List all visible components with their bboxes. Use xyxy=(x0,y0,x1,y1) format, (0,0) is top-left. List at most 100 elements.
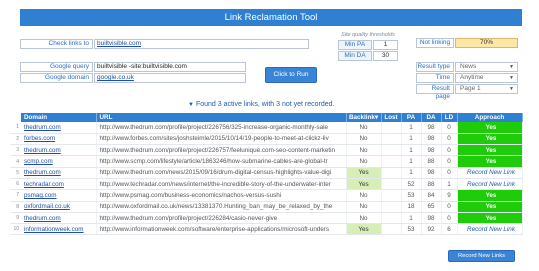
row-number-header xyxy=(10,113,21,122)
min-pa-label: Min PA xyxy=(338,40,372,50)
lost-cell xyxy=(381,201,402,213)
pa-cell: 1 xyxy=(401,144,422,157)
results-table: Domain URL Backlink▾ Lost PA DA LD Appro… xyxy=(10,113,523,236)
da-cell: 98 xyxy=(421,212,442,225)
ld-cell: 0 xyxy=(441,155,458,168)
approach-cell: Yes xyxy=(457,201,523,213)
chevron-down-icon: ▼ xyxy=(509,64,514,70)
backlink-cell: No xyxy=(346,133,382,146)
url-cell: http://www.thedrum.com/profile/project/2… xyxy=(96,144,347,157)
ld-cell: 0 xyxy=(441,212,458,225)
thresholds-caption: Site quality thresholds xyxy=(341,32,395,38)
column-header-pa[interactable]: PA xyxy=(401,113,422,122)
caret-icon: ▾ xyxy=(374,114,379,121)
column-header-domain[interactable]: Domain xyxy=(21,113,97,122)
url-cell: http://www.techradar.com/news/internet/t… xyxy=(96,178,347,191)
row-number: 9 xyxy=(10,212,21,225)
backlink-cell: No xyxy=(346,201,382,213)
lost-cell xyxy=(381,122,402,134)
column-header-url[interactable]: URL xyxy=(96,113,347,122)
lost-cell xyxy=(381,189,402,202)
row-number: 7 xyxy=(10,189,21,202)
pa-cell: 1 xyxy=(401,167,422,179)
table-row: 6 techradar.com http://www.techradar.com/n… xyxy=(10,178,523,191)
domain-cell[interactable]: forbes.com xyxy=(21,133,97,146)
domain-cell[interactable]: thedrum.com xyxy=(21,122,97,134)
url-cell: http://www.thedrum.com/news/2015/09/16/d… xyxy=(96,167,347,179)
row-number: 6 xyxy=(10,178,21,191)
result-type-label: Result type xyxy=(416,62,454,72)
lost-cell xyxy=(381,223,402,236)
min-da-label: Min DA xyxy=(338,51,372,61)
da-cell: 98 xyxy=(421,122,442,134)
row-number: 2 xyxy=(10,133,21,146)
run-button[interactable]: Click to Run xyxy=(265,67,317,83)
table-row: 2 forbes.com http://www.forbes.com/sites/j… xyxy=(10,133,523,146)
domain-cell[interactable]: thedrum.com xyxy=(21,144,97,157)
domain-cell[interactable]: informationweek.com xyxy=(21,223,97,236)
column-header-lost[interactable]: Lost xyxy=(381,113,402,122)
row-number: 8 xyxy=(10,201,21,213)
domain-cell[interactable]: scmp.com xyxy=(21,155,97,168)
da-cell: 98 xyxy=(421,167,442,179)
backlink-cell: No xyxy=(346,155,382,168)
column-header-backlink[interactable]: Backlink▾ xyxy=(346,113,382,122)
ld-cell: 6 xyxy=(441,223,458,236)
result-page-select[interactable]: Page 1 ▼ xyxy=(455,84,518,94)
record-new-links-button[interactable]: Record New Links xyxy=(448,250,515,262)
google-domain-input[interactable]: google.co.uk xyxy=(94,73,246,83)
approach-cell[interactable]: Record New Link xyxy=(457,167,523,179)
lost-cell xyxy=(381,155,402,168)
min-da-input[interactable]: 30 xyxy=(373,51,398,61)
approach-cell[interactable]: Record New Link xyxy=(457,223,523,236)
domain-cell[interactable]: oxfordmail.co.uk xyxy=(21,201,97,213)
google-query-label: Google query xyxy=(20,62,93,72)
approach-cell[interactable]: Record New Link xyxy=(457,178,523,191)
ld-cell: 1 xyxy=(441,178,458,191)
google-query-input[interactable]: builtvisible -site:builtvisible.com xyxy=(94,62,246,72)
check-links-label: Check links to xyxy=(20,39,93,49)
url-cell: http://www.oxfordmail.co.uk/news/1338137… xyxy=(96,201,347,213)
domain-cell[interactable]: techradar.com xyxy=(21,178,97,191)
chevron-down-icon: ▼ xyxy=(509,75,514,81)
lost-cell xyxy=(381,178,402,191)
min-pa-input[interactable]: 1 xyxy=(373,40,398,50)
ld-cell: 0 xyxy=(441,144,458,157)
lost-cell xyxy=(381,167,402,179)
table-header-row: Domain URL Backlink▾ Lost PA DA LD Appro… xyxy=(10,113,523,122)
lost-cell xyxy=(381,133,402,146)
pa-cell: 1 xyxy=(401,155,422,168)
backlink-cell: Yes xyxy=(346,178,382,191)
da-cell: 65 xyxy=(421,201,442,213)
lost-cell xyxy=(381,144,402,157)
table-row: 3 thedrum.com http://www.thedrum.com/profi… xyxy=(10,144,523,157)
domain-cell[interactable]: psmag.com xyxy=(21,189,97,202)
ld-cell: 0 xyxy=(441,133,458,146)
approach-cell: Yes xyxy=(457,122,523,134)
column-header-approach[interactable]: Approach xyxy=(457,113,523,122)
table-row: 4 scmp.com http://www.scmp.com/lifestyle/a… xyxy=(10,155,523,168)
result-type-select[interactable]: News ▼ xyxy=(455,62,518,72)
triangle-down-icon: ▼ xyxy=(188,102,194,108)
domain-cell[interactable]: thedrum.com xyxy=(21,212,97,225)
result-type-value: News xyxy=(460,63,477,70)
table-row: 1 thedrum.com http://www.thedrum.com/profi… xyxy=(10,122,523,134)
not-linking-label: Not linking xyxy=(416,38,454,48)
domain-cell[interactable]: thedrum.com xyxy=(21,167,97,179)
backlink-cell: No xyxy=(346,189,382,202)
backlink-cell: No xyxy=(346,144,382,157)
pa-cell: 1 xyxy=(401,212,422,225)
approach-cell: Yes xyxy=(457,133,523,146)
time-select[interactable]: Anytime ▼ xyxy=(455,73,518,83)
pa-cell: 53 xyxy=(401,223,422,236)
column-header-backlink-label: Backlink xyxy=(348,114,375,121)
column-header-ld[interactable]: LD xyxy=(441,113,458,122)
approach-cell: Yes xyxy=(457,155,523,168)
column-header-da[interactable]: DA xyxy=(421,113,442,122)
check-links-input[interactable]: builtvisible.com xyxy=(94,39,309,49)
table-row: 7 psmag.com http://www.psmag.com/business-… xyxy=(10,189,523,202)
result-page-label: Result page xyxy=(416,84,454,100)
da-cell: 98 xyxy=(421,133,442,146)
url-cell: http://www.scmp.com/lifestyle/article/18… xyxy=(96,155,347,168)
pa-cell: 18 xyxy=(401,201,422,213)
